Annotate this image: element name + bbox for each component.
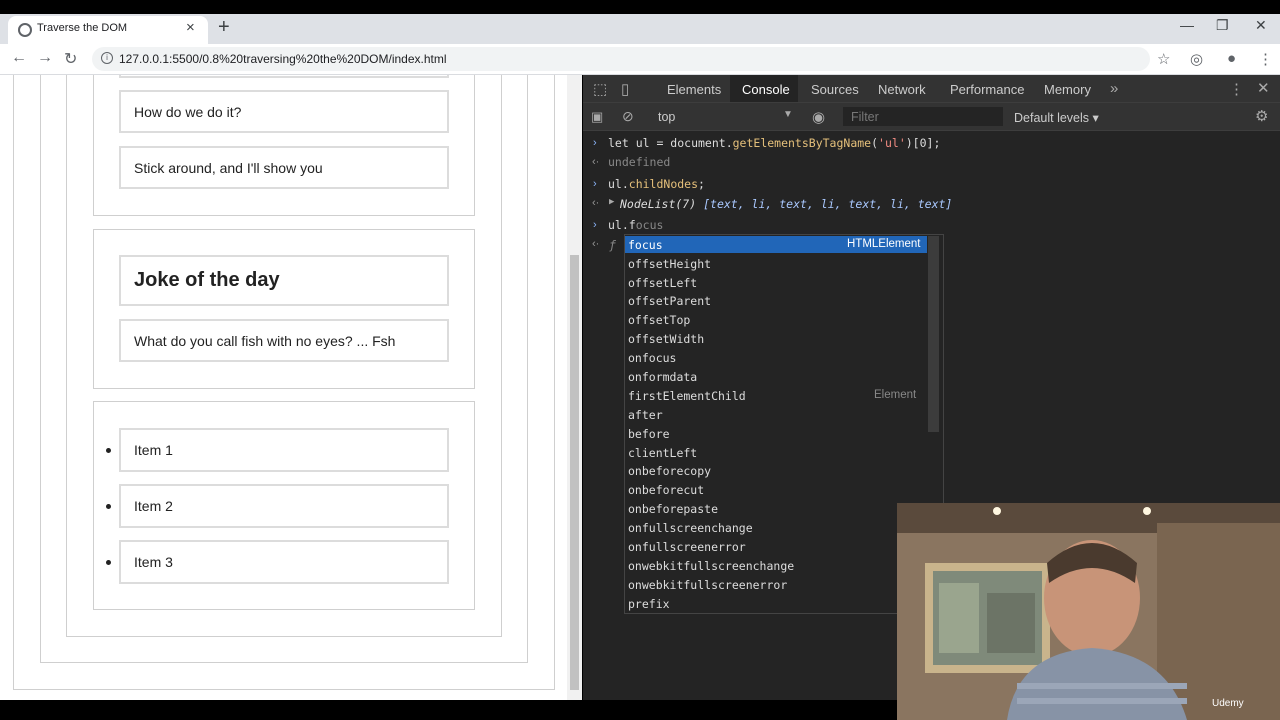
prompt-chevron-icon: › [593, 219, 597, 231]
close-window-icon[interactable]: ✕ [1255, 17, 1267, 34]
info-icon[interactable]: i [101, 52, 113, 64]
webcam-overlay [897, 503, 1280, 720]
autocomplete-item[interactable]: onbeforepaste [628, 502, 718, 516]
autocomplete-item[interactable]: onfocus [628, 351, 676, 365]
more-tabs-icon[interactable]: » [1110, 80, 1118, 97]
tab-elements[interactable]: Elements [667, 82, 721, 97]
close-devtools-icon[interactable]: ✕ [1257, 79, 1270, 97]
autocomplete-item[interactable]: onbeforecut [628, 483, 704, 497]
profile-icon[interactable]: ● [1227, 50, 1236, 67]
reload-icon[interactable]: ↻ [64, 49, 77, 69]
page-viewport: How do we do it? Stick around, and I'll … [0, 75, 582, 700]
autocomplete-item[interactable]: onformdata [628, 370, 697, 384]
close-tab-icon[interactable]: × [186, 19, 195, 36]
globe-icon [18, 23, 32, 37]
autocomplete-item[interactable]: offsetParent [628, 294, 711, 308]
inspect-element-icon[interactable]: ⬚ [593, 80, 607, 98]
autocomplete-item[interactable]: firstElementChild [628, 389, 746, 403]
device-toolbar-icon[interactable]: ▯ [621, 80, 629, 98]
result-arrow-icon: ‹· [592, 156, 600, 168]
bookmark-star-icon[interactable]: ☆ [1157, 50, 1170, 68]
context-dropdown-icon[interactable]: ▼ [783, 109, 793, 120]
url-text[interactable]: 127.0.0.1:5500/0.8%20traversing%20the%20… [119, 52, 447, 66]
autocomplete-item[interactable]: onwebkitfullscreenerror [628, 578, 787, 592]
devtools-menu-icon[interactable]: ⋮ [1229, 80, 1244, 98]
autocomplete-item[interactable]: onbeforecopy [628, 464, 711, 478]
autocomplete-item[interactable]: onfullscreenchange [628, 521, 753, 535]
tab-title: Traverse the DOM [37, 22, 128, 34]
sidebar-toggle-icon[interactable]: ▣ [591, 109, 603, 125]
live-expression-eye-icon[interactable]: ◉ [812, 108, 825, 126]
tab-sources[interactable]: Sources [811, 82, 859, 97]
autocomplete-popup [624, 234, 944, 614]
function-f-icon: ƒ [609, 238, 616, 252]
joke-text: What do you call fish with no eyes? ... … [119, 319, 449, 362]
minimize-icon[interactable]: — [1180, 17, 1194, 33]
context-select[interactable]: top [658, 110, 675, 124]
autocomplete-item[interactable]: offsetLeft [628, 276, 697, 290]
log-levels-select[interactable]: Default levels ▾ [1014, 110, 1099, 125]
list-bullet [106, 448, 111, 453]
autocomplete-item[interactable]: before [628, 427, 670, 441]
list-item-2: Item 2 [119, 484, 449, 528]
joke-title: Joke of the day [119, 255, 449, 306]
filter-placeholder: Filter [851, 110, 879, 124]
presenter-video-frame [897, 503, 1280, 720]
autocomplete-item[interactable]: prefix [628, 597, 670, 611]
expand-triangle-icon[interactable]: ▶ [609, 197, 614, 207]
autocomplete-item[interactable]: after [628, 408, 663, 422]
autocomplete-type-hint: Element [874, 389, 917, 401]
tab-console[interactable]: Console [742, 82, 790, 97]
autocomplete-item[interactable]: focus [628, 238, 663, 252]
autocomplete-item[interactable]: onfullscreenerror [628, 540, 746, 554]
back-icon[interactable]: ← [11, 49, 27, 67]
new-tab-icon[interactable]: + [218, 16, 230, 39]
tab-memory[interactable]: Memory [1044, 82, 1091, 97]
console-input-line: let ul = document.getElementsByTagName('… [608, 136, 941, 150]
console-settings-gear-icon[interactable]: ⚙ [1255, 107, 1268, 125]
extension-icon[interactable]: ◎ [1190, 50, 1203, 68]
menu-icon[interactable]: ⋮ [1258, 50, 1273, 68]
page-scroll-thumb[interactable] [570, 255, 579, 690]
autocomplete-type-hint: HTMLElement [847, 238, 921, 250]
result-arrow-icon: ‹· [592, 197, 600, 209]
autocomplete-item[interactable]: onwebkitfullscreenchange [628, 559, 794, 573]
nodelist-result[interactable]: NodeList(7) [text, li, text, li, text, l… [620, 197, 952, 211]
autocomplete-item[interactable]: offsetHeight [628, 257, 711, 271]
list-bullet [106, 504, 111, 509]
joke-card [93, 229, 475, 389]
console-prompt-input[interactable]: ul.focus [608, 218, 663, 232]
autocomplete-item[interactable]: clientLeft [628, 446, 697, 460]
console-input-line: ul.childNodes; [608, 177, 705, 191]
tab-performance[interactable]: Performance [950, 82, 1024, 97]
eager-eval-icon: ‹· [592, 238, 600, 250]
clear-console-icon[interactable]: ⊘ [622, 108, 634, 125]
card-1-item-2: Stick around, and I'll show you [119, 146, 449, 189]
list-bullet [106, 560, 111, 565]
card-1-prev-item [119, 75, 449, 78]
forward-icon[interactable]: → [37, 49, 53, 67]
autocomplete-item[interactable]: offsetWidth [628, 332, 704, 346]
udemy-watermark: Udemy [1212, 698, 1244, 709]
autocomplete-item[interactable]: offsetTop [628, 313, 690, 327]
maximize-icon[interactable]: ❐ [1216, 17, 1229, 34]
console-result: undefined [608, 155, 671, 169]
list-item-1: Item 1 [119, 428, 449, 472]
autocomplete-scrollbar[interactable] [928, 236, 939, 432]
bottom-black-bar [0, 700, 897, 720]
card-1-item-1: How do we do it? [119, 90, 449, 133]
tab-network[interactable]: Network [878, 82, 926, 97]
prompt-chevron-icon: › [593, 178, 597, 190]
prompt-chevron-icon: › [593, 137, 597, 149]
list-item-3: Item 3 [119, 540, 449, 584]
